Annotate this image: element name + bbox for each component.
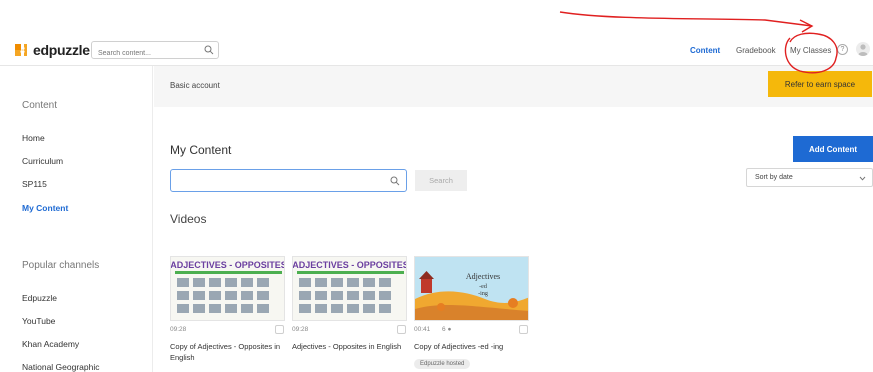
- top-search-box[interactable]: [91, 41, 219, 62]
- hosted-badge: Edpuzzle hosted: [414, 359, 471, 369]
- sidebar-item-home[interactable]: Home: [22, 133, 45, 143]
- video-card[interactable]: ADJECTIVES - OPPOSITES 09:28 Adjectives …: [292, 256, 407, 352]
- thumbnail-heading: ADJECTIVES - OPPOSITES: [293, 260, 407, 270]
- search-icon[interactable]: [204, 45, 214, 55]
- video-title[interactable]: Copy of Adjectives -ed -ing: [414, 341, 529, 352]
- sidebar-channel-youtube[interactable]: YouTube: [22, 316, 55, 326]
- nav-gradebook[interactable]: Gradebook: [736, 46, 776, 55]
- thumbnail-word-adjectives: Adjectives: [466, 272, 500, 281]
- worksheet-thumbnail-image: ADJECTIVES - OPPOSITES: [171, 257, 285, 320]
- content-search-input[interactable]: [171, 170, 383, 191]
- sort-dropdown[interactable]: Sort by date: [746, 168, 873, 187]
- search-button[interactable]: Search: [415, 170, 467, 191]
- sidebar-item-curriculum[interactable]: Curriculum: [22, 156, 63, 166]
- puzzle-logo-icon: [15, 44, 27, 56]
- help-icon[interactable]: ?: [837, 44, 848, 55]
- sidebar-channel-edpuzzle[interactable]: Edpuzzle: [22, 293, 57, 303]
- account-type-label: Basic account: [170, 81, 220, 90]
- edpuzzle-logo[interactable]: edpuzzle: [12, 41, 90, 59]
- thumbnail-word-ing: -ing: [478, 291, 488, 297]
- page-title: My Content: [170, 143, 232, 157]
- refer-to-earn-space-button[interactable]: Refer to earn space: [768, 71, 872, 97]
- worksheet-thumbnail-image: ADJECTIVES - OPPOSITES: [293, 257, 407, 320]
- top-search-input[interactable]: [92, 45, 196, 62]
- account-banner: Basic account Refer to earn space: [154, 66, 873, 107]
- video-duration: 09:28: [170, 326, 187, 333]
- sidebar-item-my-content[interactable]: My Content: [22, 203, 68, 213]
- nav-my-classes[interactable]: My Classes: [790, 46, 831, 55]
- video-title[interactable]: Copy of Adjectives - Opposites in Englis…: [170, 341, 285, 363]
- select-checkbox[interactable]: [397, 325, 406, 334]
- sidebar: Content Home Curriculum SP115 My Content…: [0, 66, 153, 372]
- sidebar-channel-khan-academy[interactable]: Khan Academy: [22, 339, 79, 349]
- video-thumbnail[interactable]: ADJECTIVES - OPPOSITES: [170, 256, 285, 321]
- sidebar-heading-content: Content: [22, 100, 58, 111]
- videos-heading: Videos: [170, 212, 207, 226]
- video-title[interactable]: Adjectives - Opposites in English: [292, 341, 407, 352]
- video-card[interactable]: ADJECTIVES - OPPOSITES 09:28 Copy of Adj…: [170, 256, 285, 363]
- thumbnail-heading: ADJECTIVES - OPPOSITES: [171, 260, 285, 270]
- sidebar-heading-popular-channels: Popular channels: [22, 260, 100, 271]
- search-icon[interactable]: [390, 176, 400, 186]
- avatar[interactable]: [856, 42, 870, 56]
- video-duration: 00:41: [414, 326, 431, 333]
- select-checkbox[interactable]: [275, 325, 284, 334]
- question-dot-icon: ●: [447, 326, 452, 333]
- autumn-scene-thumbnail-image: Adjectives -ed -ing: [415, 257, 528, 320]
- top-bar: edpuzzle Content Gradebook My Classes ?: [0, 36, 873, 66]
- question-count-value: 6: [442, 326, 446, 333]
- select-checkbox[interactable]: [519, 325, 528, 334]
- logo-text: edpuzzle: [33, 42, 90, 58]
- add-content-button[interactable]: Add Content: [793, 136, 873, 162]
- sidebar-channel-national-geographic[interactable]: National Geographic: [22, 362, 100, 372]
- sidebar-item-sp115[interactable]: SP115: [22, 179, 47, 189]
- sort-selected-value: Sort by date: [755, 174, 793, 181]
- chevron-down-icon: [859, 176, 866, 181]
- content-search-box[interactable]: [170, 169, 407, 192]
- video-card[interactable]: Adjectives -ed -ing 00:41 6 ● Copy of Ad…: [414, 256, 529, 370]
- video-thumbnail[interactable]: ADJECTIVES - OPPOSITES: [292, 256, 407, 321]
- thumbnail-word-ed: -ed: [479, 284, 487, 290]
- video-thumbnail[interactable]: Adjectives -ed -ing: [414, 256, 529, 321]
- user-avatar-icon: [858, 44, 868, 56]
- video-duration: 09:28: [292, 326, 309, 333]
- question-count: 6 ●: [442, 326, 451, 333]
- nav-content[interactable]: Content: [690, 46, 720, 55]
